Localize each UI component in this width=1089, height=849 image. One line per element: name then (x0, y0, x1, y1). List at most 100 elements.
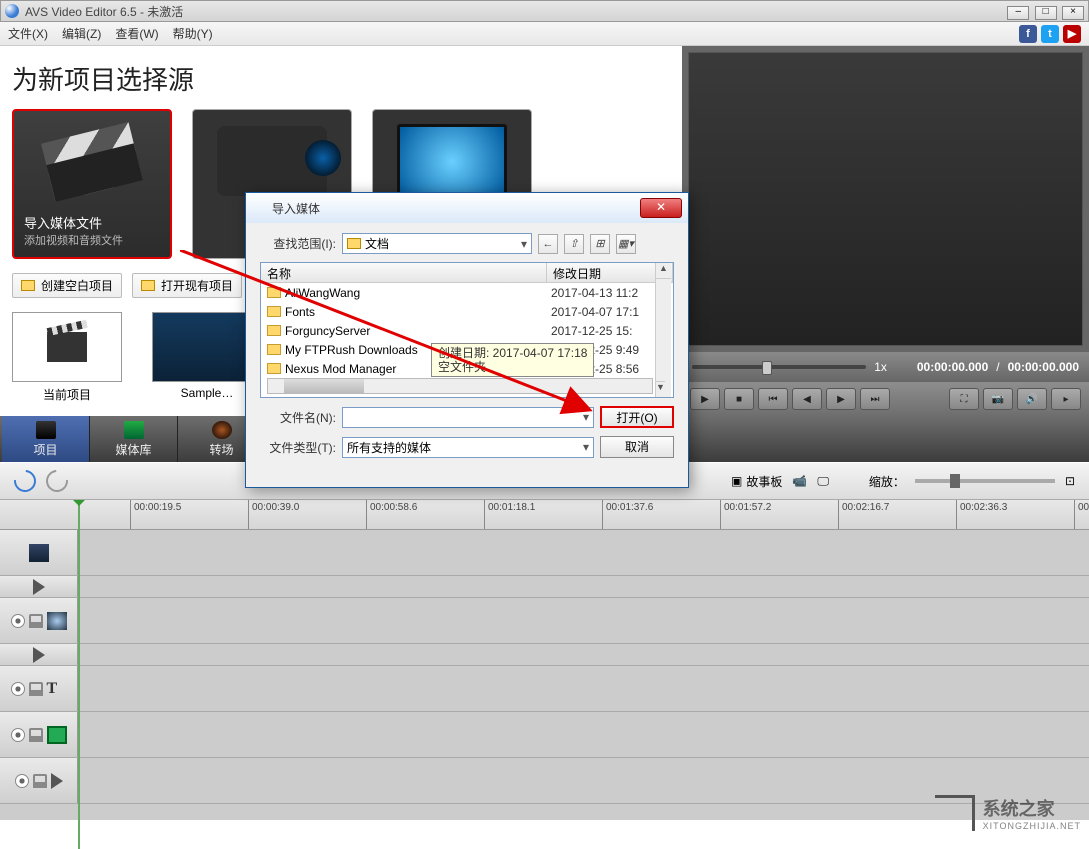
back-button[interactable]: ← (538, 234, 558, 254)
file-row[interactable]: ForguncyServer2017-12-25 15: (261, 321, 673, 340)
col-name[interactable]: 名称 (261, 263, 547, 282)
menu-bar: 文件(X) 编辑(Z) 查看(W) 帮助(Y) f t ▶ (0, 22, 1089, 46)
filetype-label: 文件类型(T): (260, 439, 336, 456)
ruler-mark: 00:00:19.5 (130, 500, 181, 529)
fullscreen-button[interactable]: ⛶ (949, 388, 979, 410)
playhead[interactable] (78, 500, 80, 849)
undo-button[interactable] (10, 466, 41, 497)
title-bar: AVS Video Editor 6.5 - 未激活 – □ × (0, 0, 1089, 22)
webcam-icon[interactable]: 📹 (792, 474, 807, 488)
card-import-media[interactable]: 导入媒体文件 添加视频和音频文件 (12, 109, 172, 259)
speed-slider[interactable] (692, 365, 866, 369)
next-frame-button[interactable]: ⏭ (860, 388, 890, 410)
label: 创建空白项目 (41, 277, 113, 294)
btn-open-existing-project[interactable]: 打开现有项目 (132, 273, 242, 298)
project-icon (36, 421, 56, 439)
facebook-icon[interactable]: f (1019, 25, 1037, 43)
zoom-slider[interactable] (915, 479, 1055, 483)
eye-icon[interactable] (11, 682, 25, 696)
track-overlay (0, 712, 1089, 758)
track-text: T (0, 666, 1089, 712)
label: 故事板 (746, 473, 782, 490)
source-heading: 为新项目选择源 (12, 60, 670, 97)
tab-project[interactable]: 项目 (2, 416, 90, 462)
overlay-track-icon (47, 726, 67, 744)
zoom-fit-button[interactable]: ⊡ (1065, 474, 1075, 488)
twitter-icon[interactable]: t (1041, 25, 1059, 43)
file-list-header[interactable]: 名称 修改日期 (261, 263, 673, 283)
scope-select[interactable]: 文档 (342, 233, 532, 254)
tooltip-line2: 空文件夹 (438, 360, 587, 374)
tab-label: 媒体库 (115, 441, 151, 458)
thumb-current-project[interactable]: 当前项目 (12, 312, 122, 403)
youtube-icon[interactable]: ▶ (1063, 25, 1081, 43)
watermark-title: 系统之家 (983, 795, 1081, 821)
file-name: ForguncyServer (285, 324, 370, 338)
menu-edit[interactable]: 编辑(Z) (62, 25, 101, 42)
close-button[interactable]: × (1062, 6, 1084, 20)
dialog-close-button[interactable]: ✕ (640, 198, 682, 218)
scope-label: 查找范围(I): (260, 235, 336, 252)
new-folder-button[interactable]: ⊞ (590, 234, 610, 254)
storyboard-toggle[interactable]: ▣ 故事板 (731, 473, 782, 490)
play-button[interactable]: ▶ (690, 388, 720, 410)
preview-viewport (688, 52, 1083, 346)
btn-create-blank-project[interactable]: 创建空白项目 (12, 273, 122, 298)
ruler-mark: 00:01:18.1 (484, 500, 535, 529)
menu-view[interactable]: 查看(W) (115, 25, 158, 42)
audio-track-icon (51, 773, 63, 789)
v-scrollbar[interactable]: ▲▼ (655, 263, 671, 397)
open-button[interactable]: 打开(O) (600, 406, 674, 428)
h-scrollbar[interactable] (267, 378, 653, 394)
timeline-ruler[interactable]: 00:00:19.500:00:39.000:00:58.600:01:18.1… (0, 500, 1089, 530)
lock-icon[interactable] (33, 774, 47, 788)
lock-icon[interactable] (29, 682, 43, 696)
ruler-mark: 00:02:16.7 (838, 500, 889, 529)
card-import-title: 导入媒体文件 (24, 213, 160, 232)
cancel-button[interactable]: 取消 (600, 436, 674, 458)
more-button[interactable]: ▸ (1051, 388, 1081, 410)
folder-icon (267, 306, 281, 317)
clapper-icon (41, 122, 143, 202)
file-row[interactable]: AliWangWang2017-04-13 11:2 (261, 283, 673, 302)
menu-help[interactable]: 帮助(Y) (173, 25, 213, 42)
filename-input[interactable] (342, 407, 594, 428)
tooltip: 创建日期: 2017-04-07 17:18 空文件夹 (431, 343, 594, 377)
folder-icon (347, 238, 361, 249)
transition-icon (212, 421, 232, 439)
stop-button[interactable]: ■ (724, 388, 754, 410)
track-audio-attached (0, 576, 1089, 598)
lock-icon[interactable] (29, 614, 43, 628)
file-row[interactable]: Fonts2017-04-07 17:1 (261, 302, 673, 321)
watermark: 系统之家 XITONGZHIJIA.NET (935, 795, 1081, 831)
view-menu-button[interactable]: ▦▾ (616, 234, 636, 254)
ruler-mark: 00:02:36.3 (956, 500, 1007, 529)
snapshot-button[interactable]: 📷 (983, 388, 1013, 410)
eye-icon[interactable] (15, 774, 29, 788)
tab-media-library[interactable]: 媒体库 (90, 416, 178, 462)
eye-icon[interactable] (11, 614, 25, 628)
window-title: AVS Video Editor 6.5 - 未激活 (25, 3, 1005, 20)
up-button[interactable]: ⇧ (564, 234, 584, 254)
lock-icon[interactable] (29, 728, 43, 742)
step-fwd-button[interactable]: ▶ (826, 388, 856, 410)
eye-icon[interactable] (11, 728, 25, 742)
menu-file[interactable]: 文件(X) (8, 25, 48, 42)
video-track-icon (29, 544, 49, 562)
prev-frame-button[interactable]: ⏮ (758, 388, 788, 410)
import-media-dialog: 导入媒体 ✕ 查找范围(I): 文档 ← ⇧ ⊞ ▦▾ 名称 修改日期 AliW… (245, 192, 689, 488)
minimize-button[interactable]: – (1007, 6, 1029, 20)
maximize-button[interactable]: □ (1035, 6, 1057, 20)
speaker-icon (33, 579, 45, 595)
filetype-select[interactable]: 所有支持的媒体 (342, 437, 594, 458)
time-total: 00:00:00.000 (1008, 360, 1079, 374)
dialog-title-bar[interactable]: 导入媒体 ✕ (246, 193, 688, 223)
step-back-button[interactable]: ◀ (792, 388, 822, 410)
redo-button[interactable] (42, 466, 73, 497)
track-fx-audio (0, 644, 1089, 666)
ruler-mark: 00:00:39.0 (248, 500, 299, 529)
volume-button[interactable]: 🔊 (1017, 388, 1047, 410)
screen-icon[interactable]: 🖵 (817, 474, 829, 489)
track-video (0, 530, 1089, 576)
file-name: Fonts (285, 305, 315, 319)
